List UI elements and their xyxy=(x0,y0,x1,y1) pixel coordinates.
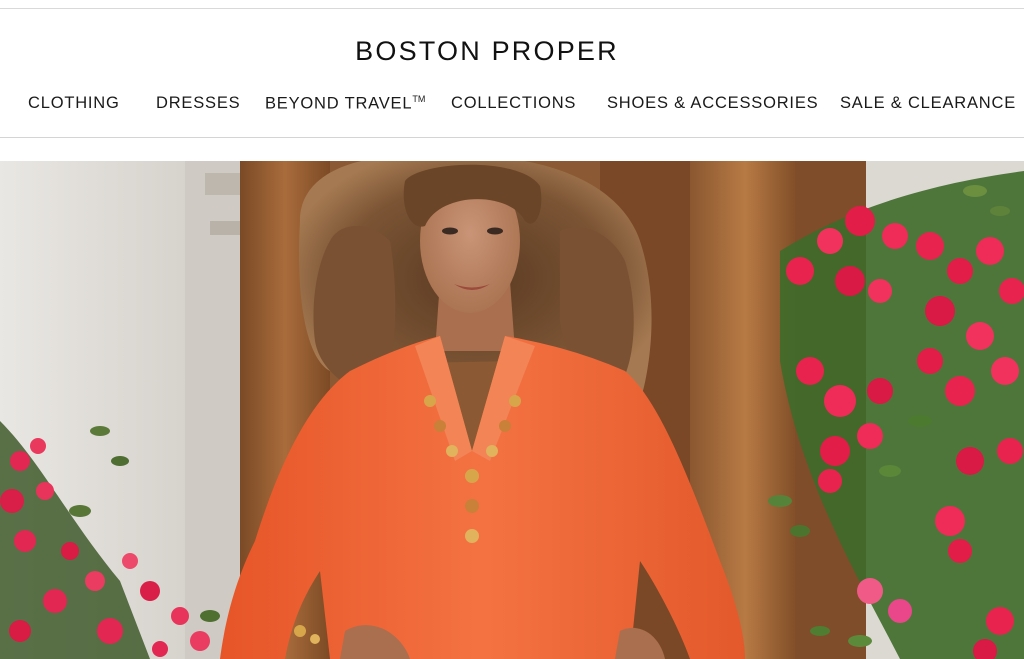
hero-banner[interactable] xyxy=(0,161,1024,659)
nav-item-clothing[interactable]: CLOTHING xyxy=(28,94,120,113)
nav-item-sale-clearance[interactable]: SALE & CLEARANCE xyxy=(840,94,1016,113)
hero-image xyxy=(0,161,1024,659)
nav-item-beyond-travel[interactable]: BEYOND TRAVELTM xyxy=(265,94,425,114)
top-divider xyxy=(0,8,1024,9)
nav-item-dresses[interactable]: DRESSES xyxy=(156,94,240,113)
main-nav: CLOTHING DRESSES BEYOND TRAVELTM COLLECT… xyxy=(0,94,1024,116)
nav-item-label: BEYOND TRAVEL xyxy=(265,94,413,113)
nav-divider xyxy=(0,137,1024,138)
brand-logo[interactable]: BOSTON PROPER xyxy=(0,36,974,67)
nav-item-collections[interactable]: COLLECTIONS xyxy=(451,94,576,113)
nav-item-shoes-accessories[interactable]: SHOES & ACCESSORIES xyxy=(607,94,818,113)
trademark-mark: TM xyxy=(412,94,426,104)
